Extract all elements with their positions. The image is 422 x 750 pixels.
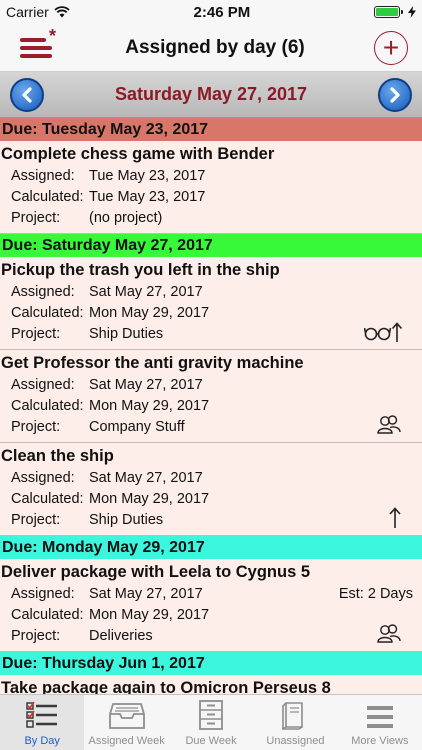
project-label: Project:	[11, 419, 61, 435]
carrier-label: Carrier	[6, 4, 49, 20]
task-assigned-row: Assigned: Sat May 27, 2017	[0, 468, 422, 489]
task-title: Deliver package with Leela to Cygnus 5	[1, 563, 311, 581]
current-date-title: Saturday May 27, 2017	[114, 84, 308, 104]
tab-label: Due Week	[185, 735, 237, 747]
project-value: Company Stuff	[89, 419, 185, 435]
section-header-due-date: Due: Monday May 29, 2017	[0, 536, 422, 559]
task-calculated-row: Calculated: Mon May 29, 2017	[0, 489, 422, 510]
project-label: Project:	[11, 326, 61, 342]
tab-label: Unassigned	[266, 735, 325, 747]
calculated-label: Calculated:	[11, 607, 84, 623]
task-item[interactable]: Deliver package with Leela to Cygnus 5 As…	[0, 559, 422, 652]
task-calculated-row: Calculated: Tue May 23, 2017	[0, 187, 422, 208]
calculated-label: Calculated:	[11, 189, 84, 205]
tab-assigned-week[interactable]: Assigned Week	[84, 695, 168, 750]
task-project-row: Project: Company Stuff	[0, 417, 422, 438]
task-item[interactable]: Pickup the trash you left in the ship Ass…	[0, 257, 422, 350]
task-calculated-row: Calculated: Mon May 29, 2017	[0, 303, 422, 324]
task-project-row: Project: (no project)	[0, 208, 422, 229]
task-assigned-row: Assigned: Sat May 27, 2017	[0, 282, 422, 303]
books-icon	[280, 700, 310, 735]
task-assigned-row: Assigned: Sat May 27, 2017	[0, 375, 422, 396]
nav-bar: * Assigned by day (6) +	[0, 24, 422, 72]
tab-unassigned[interactable]: Unassigned	[253, 695, 337, 750]
assigned-value: Sat May 27, 2017	[89, 470, 203, 486]
chevron-right-icon	[390, 86, 400, 103]
task-title: Complete chess game with Bender	[1, 145, 275, 163]
tab-bar: By Day Assigned Week Due Week Unassigned Mor…	[0, 694, 422, 750]
task-calculated-row: Calculated: Mon May 29, 2017	[0, 396, 422, 417]
add-task-button[interactable]: +	[374, 30, 408, 65]
status-time: 2:46 PM	[193, 3, 251, 21]
chevron-left-icon	[22, 86, 32, 103]
assigned-value: Sat May 27, 2017	[89, 377, 203, 393]
task-item[interactable]: Complete chess game with Bender Assigned:…	[0, 141, 422, 234]
project-value: Ship Duties	[89, 512, 164, 528]
task-assigned-row: Assigned: Sat May 27, 2017 Est: 2 Days	[0, 584, 422, 605]
menu-button[interactable]: *	[18, 26, 56, 64]
arrow-up-icon[interactable]	[388, 506, 402, 530]
cabinet-icon	[198, 700, 224, 735]
project-value: Deliveries	[89, 628, 153, 644]
hamburger-icon	[365, 704, 395, 735]
glasses-arrow-up-icon[interactable]	[364, 320, 402, 344]
task-title: Clean the ship	[1, 447, 114, 465]
tab-label: More Views	[351, 735, 409, 747]
assigned-label: Assigned:	[11, 586, 75, 602]
calculated-value: Mon May 29, 2017	[89, 398, 210, 414]
task-project-row: Project: Ship Duties	[0, 324, 422, 345]
project-label: Project:	[11, 210, 61, 226]
calculated-label: Calculated:	[11, 491, 84, 507]
tab-by-day[interactable]: By Day	[0, 695, 85, 750]
date-navigator: Saturday May 27, 2017	[0, 72, 422, 118]
estimate-label: Est: 2 Days	[338, 586, 413, 602]
next-day-button[interactable]	[378, 77, 412, 112]
assigned-value: Sat May 27, 2017	[89, 284, 203, 300]
assigned-label: Assigned:	[11, 168, 75, 184]
calculated-value: Mon May 29, 2017	[89, 491, 210, 507]
calculated-value: Tue May 23, 2017	[89, 189, 206, 205]
task-item[interactable]: Get Professor the anti gravity machine As…	[0, 350, 422, 443]
tab-due-week[interactable]: Due Week	[169, 695, 253, 750]
task-calculated-row: Calculated: Mon May 29, 2017	[0, 605, 422, 626]
calculated-label: Calculated:	[11, 398, 84, 414]
calculated-value: Mon May 29, 2017	[89, 607, 210, 623]
calculated-label: Calculated:	[11, 305, 84, 321]
tab-label: Assigned Week	[88, 735, 165, 747]
assigned-label: Assigned:	[11, 470, 75, 486]
task-title: Pickup the trash you left in the ship	[1, 261, 280, 279]
previous-day-button[interactable]	[10, 77, 44, 112]
assigned-label: Assigned:	[11, 377, 75, 393]
inbox-tray-icon	[108, 700, 146, 735]
people-icon[interactable]	[376, 413, 402, 437]
charging-bolt-icon	[407, 6, 416, 18]
section-header-due-date: Due: Saturday May 27, 2017	[0, 234, 422, 257]
task-project-row: Project: Deliveries	[0, 626, 422, 647]
checklist-icon	[25, 700, 59, 735]
wifi-icon	[54, 6, 70, 18]
task-assigned-row: Assigned: Tue May 23, 2017	[0, 166, 422, 187]
assigned-value: Tue May 23, 2017	[89, 168, 206, 184]
task-item[interactable]: Clean the ship Assigned: Sat May 27, 2017 C…	[0, 443, 422, 536]
project-label: Project:	[11, 628, 61, 644]
task-project-row: Project: Ship Duties	[0, 510, 422, 531]
people-icon[interactable]	[376, 622, 402, 646]
page-title: Assigned by day (6)	[125, 36, 305, 58]
battery-icon	[373, 6, 403, 18]
assigned-label: Assigned:	[11, 284, 75, 300]
section-header-due-date: Due: Tuesday May 23, 2017	[0, 118, 422, 141]
section-header-due-date: Due: Thursday Jun 1, 2017	[0, 652, 422, 675]
task-title: Get Professor the anti gravity machine	[1, 354, 304, 372]
project-label: Project:	[11, 512, 61, 528]
project-value: (no project)	[89, 210, 163, 226]
status-bar: Carrier 2:46 PM	[0, 0, 422, 24]
task-list[interactable]: Due: Tuesday May 23, 2017 Complete chess …	[0, 118, 422, 738]
plus-icon: +	[382, 31, 400, 63]
tab-label: By Day	[24, 735, 60, 747]
tab-more-views[interactable]: More Views	[338, 695, 422, 750]
